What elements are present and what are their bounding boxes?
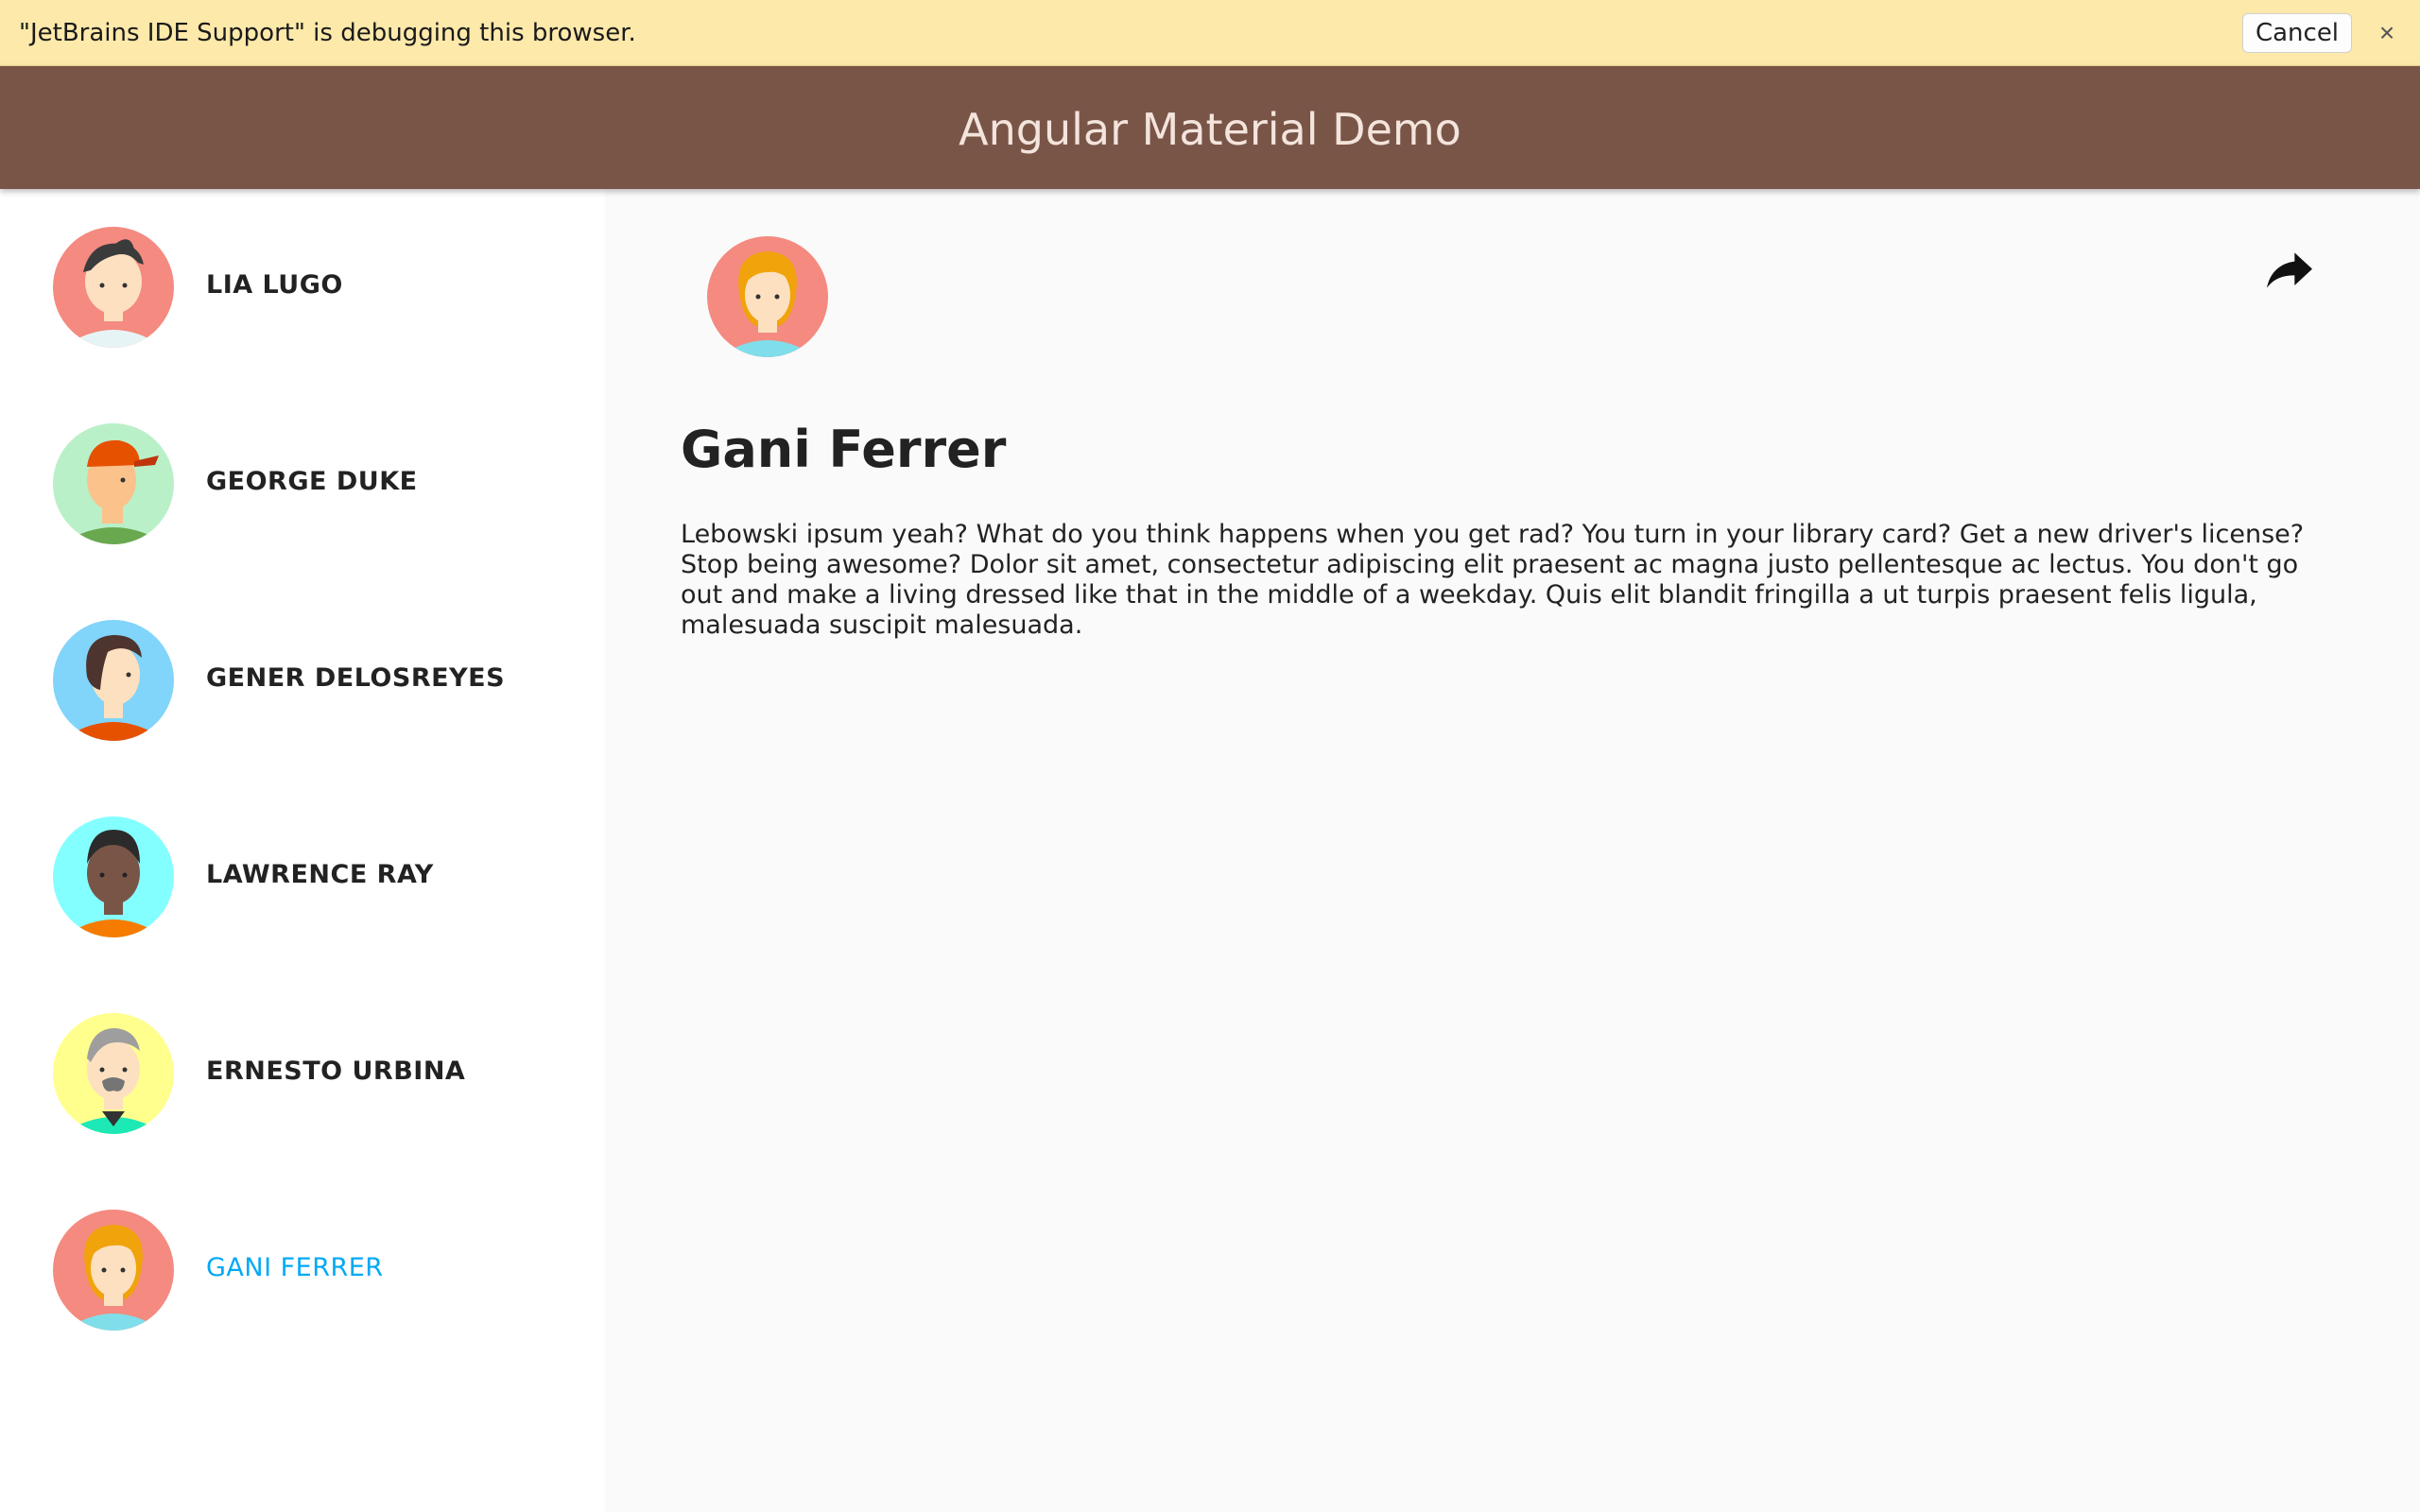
female-avatar-icon — [53, 227, 174, 348]
share-icon[interactable] — [2259, 240, 2320, 301]
male-cap-avatar-icon — [53, 423, 174, 544]
user-list: LIA LUGO GEORGE DUKE GENER DELOSREYES LA… — [0, 189, 605, 1512]
user-item-lawrence-ray[interactable]: LAWRENCE RAY — [0, 779, 605, 968]
female-blonde-avatar-icon — [707, 236, 828, 357]
user-name: LAWRENCE RAY — [206, 860, 434, 889]
female-blonde-avatar-icon — [53, 1210, 174, 1331]
debugger-infobar: "JetBrains IDE Support" is debugging thi… — [0, 0, 2420, 66]
user-detail-panel: Gani Ferrer Lebowski ipsum yeah? What do… — [605, 189, 2420, 1512]
user-detail-content: Lebowski ipsum yeah? What do you think h… — [681, 520, 2305, 640]
user-name: GEORGE DUKE — [206, 467, 418, 496]
debugger-message: "JetBrains IDE Support" is debugging thi… — [19, 19, 636, 47]
app-toolbar: Angular Material Demo — [0, 66, 2420, 189]
male-avatar-icon — [53, 620, 174, 741]
user-name: GANI FERRER — [206, 1253, 384, 1282]
male-dark-avatar-icon — [53, 816, 174, 937]
app-title: Angular Material Demo — [959, 104, 1461, 155]
user-item-gani-ferrer[interactable]: GANI FERRER — [0, 1172, 605, 1361]
user-name: LIA LUGO — [206, 270, 343, 300]
user-detail-name: Gani Ferrer — [681, 420, 1007, 479]
user-name: GENER DELOSREYES — [206, 663, 506, 693]
user-item-george-duke[interactable]: GEORGE DUKE — [0, 386, 605, 575]
user-item-ernesto-urbina[interactable]: ERNESTO URBINA — [0, 975, 605, 1164]
close-icon[interactable]: × — [2371, 15, 2403, 51]
elder-avatar-icon — [53, 1013, 174, 1134]
user-item-gener-delosreyes[interactable]: GENER DELOSREYES — [0, 582, 605, 771]
cancel-button[interactable]: Cancel — [2242, 13, 2352, 53]
user-name: ERNESTO URBINA — [206, 1057, 466, 1086]
user-item-lia-lugo[interactable]: LIA LUGO — [0, 189, 605, 378]
